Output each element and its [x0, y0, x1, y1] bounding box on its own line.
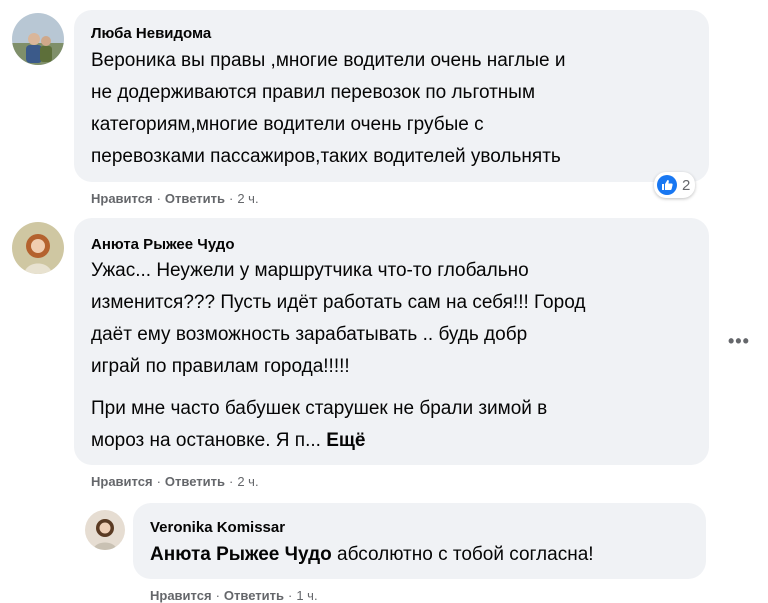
comment-actions: Нравится · Ответить · 2 ч.: [91, 474, 259, 489]
truncated-text: мороз на остановке. Я п...: [91, 430, 327, 451]
avatar[interactable]: [12, 13, 64, 65]
comment-author[interactable]: Veronika Komissar: [150, 519, 285, 536]
more-options-icon[interactable]: •••: [728, 331, 750, 352]
comment-line: не додерживаются правил перевозок по льг…: [91, 82, 536, 103]
like-link[interactable]: Нравится: [91, 474, 153, 489]
comment-line: играй по правилам города!!!!!: [91, 356, 350, 377]
avatar[interactable]: [85, 510, 125, 550]
comment-line: изменится??? Пусть идёт работать сам на …: [91, 292, 586, 313]
reaction-count: 2: [682, 176, 691, 194]
reaction-count-badge[interactable]: 2: [654, 172, 696, 198]
reply-text: абсолютно с тобой согласна!: [331, 544, 594, 565]
comment-line: При мне часто бабушек старушек не брали …: [91, 398, 548, 419]
like-reaction-icon: [657, 175, 677, 195]
mention-link[interactable]: Анюта Рыжее Чудо: [150, 544, 332, 565]
timestamp[interactable]: 2 ч.: [237, 474, 258, 489]
comment-line: даёт ему возможность зарабатывать .. буд…: [91, 324, 528, 345]
comment-line: перевозками пассажиров,таких водителей у…: [91, 146, 561, 167]
avatar[interactable]: [12, 222, 64, 274]
comment-text: Анюта Рыжее Чудо абсолютно с тобой согла…: [150, 540, 594, 570]
comment-author[interactable]: Люба Невидома: [91, 25, 211, 42]
reply-link[interactable]: Ответить: [165, 191, 225, 206]
reply-link[interactable]: Ответить: [165, 474, 225, 489]
see-more-link[interactable]: Ещё: [326, 430, 365, 451]
comment-author[interactable]: Анюта Рыжее Чудо: [91, 236, 234, 253]
comment-actions: Нравится · Ответить · 2 ч.: [91, 191, 259, 206]
comment-line: мороз на остановке. Я п... Ещё: [91, 426, 366, 456]
like-link[interactable]: Нравится: [91, 191, 153, 206]
comment-line: категориям,многие водители очень грубые …: [91, 114, 484, 135]
comment-line: Ужас... Неужели у маршрутчика что-то гло…: [91, 260, 529, 281]
comment-line: Вероника вы правы ,многие водители очень…: [91, 50, 566, 71]
timestamp[interactable]: 2 ч.: [237, 191, 258, 206]
